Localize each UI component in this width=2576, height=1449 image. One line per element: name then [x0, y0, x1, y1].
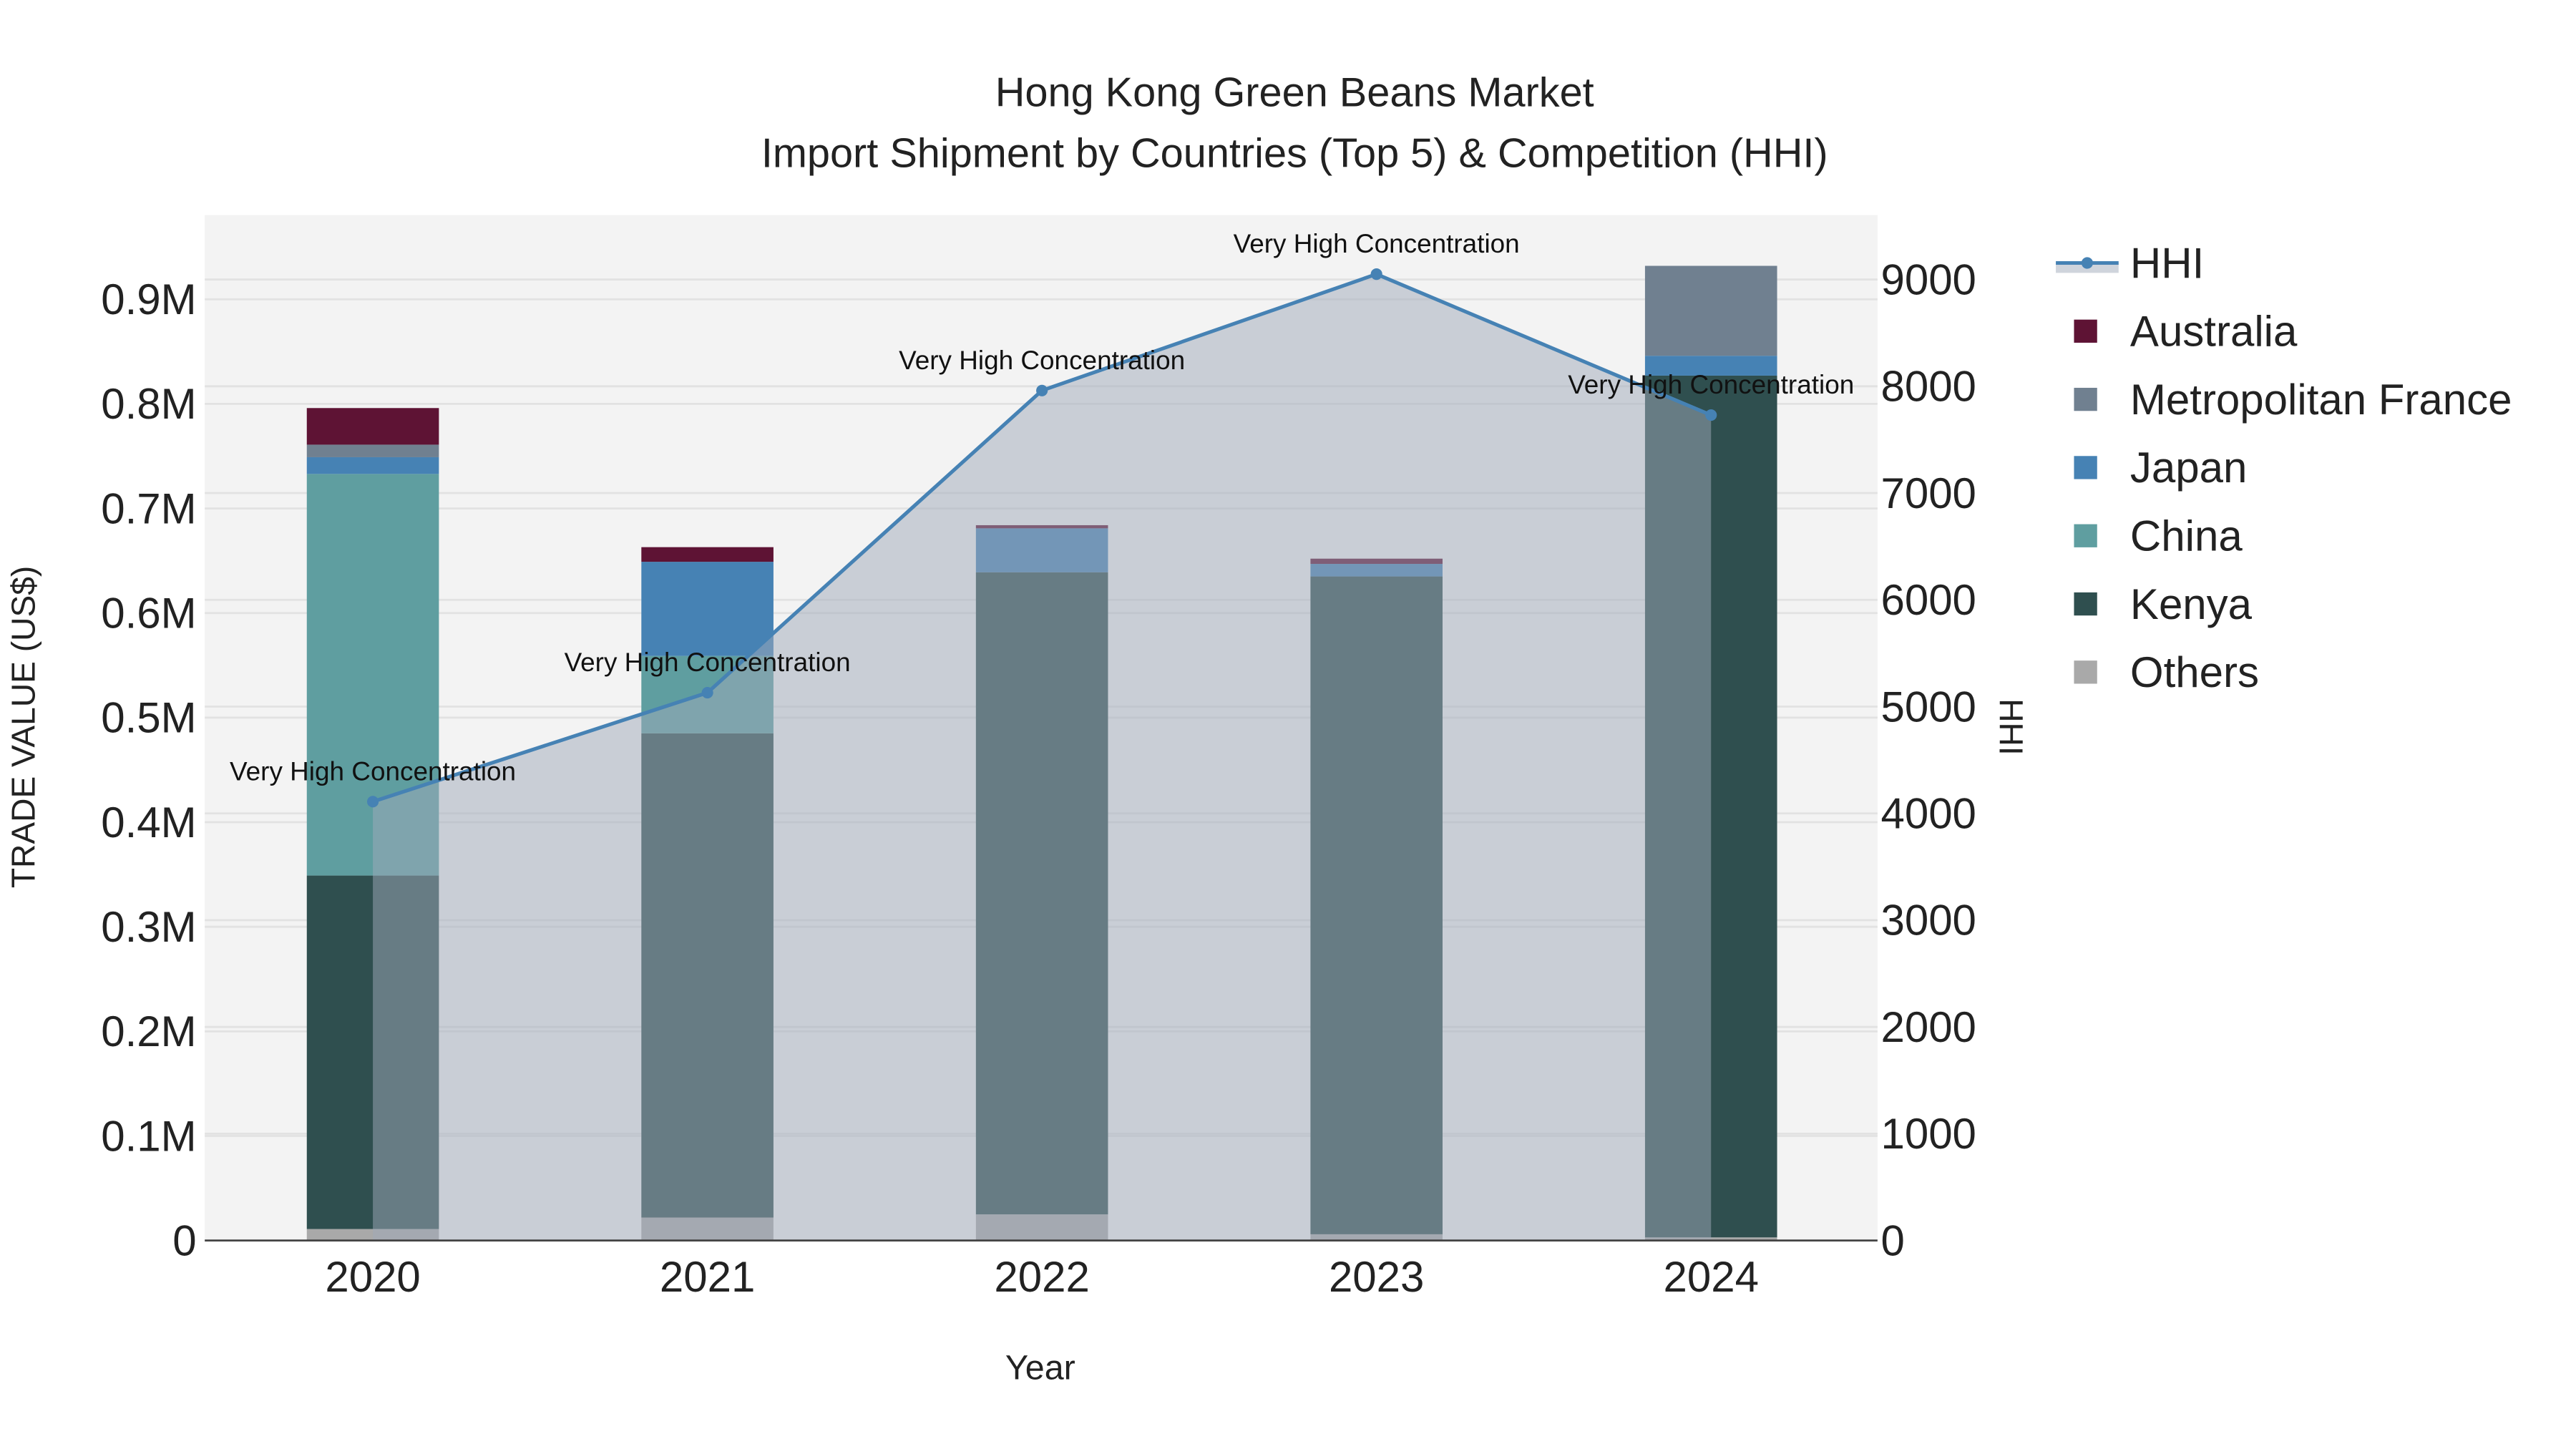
x-tick-label: 2021 [660, 1253, 755, 1301]
bar-japan-2021 [641, 562, 774, 656]
hhi-annotation-2021: Very High Concentration [565, 648, 851, 677]
chart-title: Hong Kong Green Beans Market [995, 69, 1594, 115]
y-tick-label: 0.6M [101, 590, 196, 638]
hhi-annotation-2022: Very High Concentration [899, 346, 1185, 375]
y-tick-label: 0.1M [101, 1112, 196, 1160]
y-tick-label: 0.3M [101, 903, 196, 951]
bar-australia-2021 [641, 547, 774, 562]
y-tick-label: 0.8M [101, 380, 196, 428]
legend-label: Australia [2130, 308, 2298, 356]
chart-subtitle: Import Shipment by Countries (Top 5) & C… [761, 131, 1828, 177]
y2-tick-label: 3000 [1880, 897, 1976, 945]
hhi-point-2022 [1036, 384, 1048, 396]
y-tick-label: 0.7M [101, 484, 196, 532]
x-tick-label: 2024 [1663, 1253, 1758, 1301]
legend-swatch [2074, 456, 2097, 479]
y-tick-label: 0.5M [101, 694, 196, 742]
legend-item-kenya[interactable]: Kenya [2074, 580, 2253, 628]
chart: Very High Concentration Very High Concent… [4, 69, 2512, 1387]
legend-swatch [2074, 660, 2097, 684]
y2-tick-label: 1000 [1880, 1110, 1976, 1158]
legend-swatch [2074, 524, 2097, 547]
bar-metropolitan-france-2024 [1644, 265, 1777, 356]
legend-item-metropolitan-france[interactable]: Metropolitan France [2074, 376, 2512, 424]
hhi-annotation-2024: Very High Concentration [1568, 370, 1854, 399]
y2-tick-label: 2000 [1880, 1003, 1976, 1051]
y-tick-label: 0.9M [101, 275, 196, 323]
legend-label: Japan [2130, 444, 2247, 492]
legend-item-australia[interactable]: Australia [2074, 308, 2298, 356]
legend-label: HHI [2130, 239, 2204, 287]
bar-japan-2020 [306, 457, 439, 474]
y-tick-label: 0.2M [101, 1008, 196, 1055]
legend-label: Kenya [2130, 580, 2253, 628]
legend-swatch [2074, 387, 2097, 411]
y-tick-label: 0.4M [101, 799, 196, 847]
hhi-point-2024 [1705, 409, 1717, 421]
legend-swatch [2074, 592, 2097, 616]
hhi-point-2020 [367, 796, 379, 808]
y2-tick-label: 5000 [1880, 683, 1976, 731]
legend-marker-icon [2081, 257, 2093, 269]
bar-australia-2020 [306, 408, 439, 445]
x-axis-title: Year [1005, 1349, 1075, 1387]
legend: HHI Australia Metropolitan France Japan Chin… [2056, 239, 2512, 696]
legend-item-hhi[interactable]: HHI [2056, 239, 2204, 287]
legend-label: Others [2130, 648, 2259, 696]
x-tick-label: 2022 [994, 1253, 1089, 1301]
hhi-annotation-2020: Very High Concentration [230, 756, 516, 786]
hhi-annotation-2023: Very High Concentration [1234, 229, 1520, 258]
legend-label: Metropolitan France [2130, 376, 2512, 424]
hhi-point-2021 [701, 687, 713, 699]
y-axis-title: TRADE VALUE (US$) [4, 566, 42, 888]
bar-metropolitan-france-2020 [306, 444, 439, 457]
y2-tick-label: 7000 [1880, 469, 1976, 517]
y2-tick-label: 4000 [1880, 790, 1976, 838]
x-tick-label: 2020 [325, 1253, 420, 1301]
x-tick-label: 2023 [1329, 1253, 1424, 1301]
y2-tick-label: 8000 [1880, 363, 1976, 411]
y2-tick-label: 0 [1880, 1216, 1904, 1264]
legend-item-japan[interactable]: Japan [2074, 444, 2247, 492]
y2-axis-title: HHI [1993, 698, 2030, 755]
legend-label: China [2130, 512, 2243, 560]
y2-tick-label: 6000 [1880, 576, 1976, 624]
legend-item-china[interactable]: China [2074, 512, 2243, 560]
legend-item-others[interactable]: Others [2074, 648, 2259, 696]
hhi-point-2023 [1370, 268, 1382, 280]
y-tick-label: 0 [172, 1216, 196, 1264]
y2-tick-label: 9000 [1880, 255, 1976, 303]
legend-swatch [2074, 319, 2097, 343]
